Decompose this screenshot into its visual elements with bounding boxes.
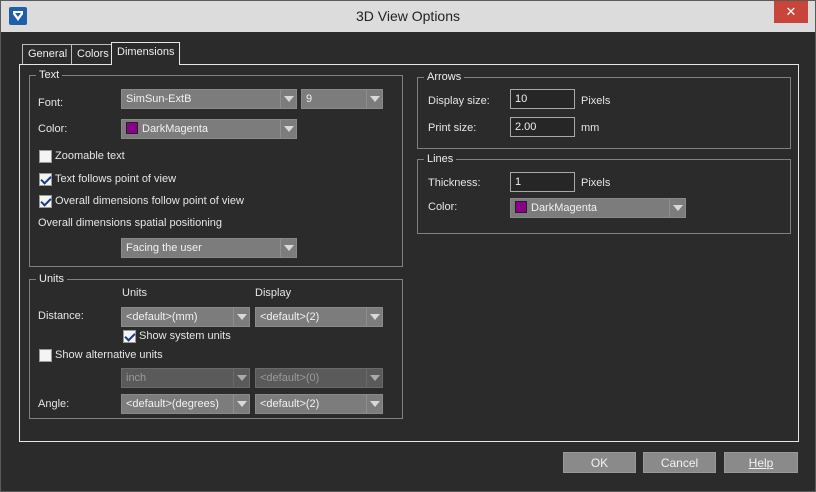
zoomable-text-label[interactable]: Zoomable text <box>55 150 125 162</box>
display-size-input[interactable]: 10 <box>510 89 575 109</box>
units-column-header: Units <box>122 287 148 299</box>
display-column-header: Display <box>255 287 292 299</box>
spatial-positioning-value: Facing the user <box>126 242 202 254</box>
arrows-group: Arrows <box>417 71 791 149</box>
distance-units-dropdown[interactable]: <default>(mm) <box>121 307 250 327</box>
tab-general[interactable]: General <box>22 44 74 64</box>
show-system-units-label[interactable]: Show system units <box>139 330 231 342</box>
chevron-down-icon <box>233 395 249 413</box>
chevron-down-icon <box>669 199 685 217</box>
lines-group: Lines <box>417 153 791 234</box>
units-group-legend: Units <box>39 273 65 285</box>
zoomable-text-checkbox[interactable] <box>39 150 52 163</box>
ok-button[interactable]: OK <box>563 452 636 473</box>
color-swatch <box>126 122 138 134</box>
text-follows-label[interactable]: Text follows point of view <box>55 173 176 185</box>
chevron-down-icon <box>366 90 382 108</box>
distance-display-value: <default>(2) <box>260 311 320 323</box>
chevron-down-icon <box>366 369 382 387</box>
spatial-positioning-label: Overall dimensions spatial positioning <box>38 217 223 229</box>
tab-dimensions[interactable]: Dimensions <box>111 42 181 65</box>
angle-display-value: <default>(2) <box>260 398 320 410</box>
chevron-down-icon <box>233 369 249 387</box>
chevron-down-icon <box>280 120 296 138</box>
alt-display-dropdown[interactable]: <default>(0) <box>255 368 383 388</box>
angle-units-dropdown[interactable]: <default>(degrees) <box>121 394 250 414</box>
show-system-units-checkbox[interactable] <box>123 330 136 343</box>
font-dropdown[interactable]: SimSun-ExtB <box>121 89 297 109</box>
show-alt-units-checkbox[interactable] <box>39 349 52 362</box>
alt-units-value: inch <box>126 372 147 384</box>
distance-units-value: <default>(mm) <box>126 311 198 323</box>
chevron-down-icon <box>366 308 382 326</box>
font-size-value: 9 <box>306 93 313 105</box>
arrows-group-legend: Arrows <box>427 71 462 83</box>
chevron-down-icon <box>280 90 296 108</box>
distance-label: Distance: <box>38 310 84 322</box>
line-color-label: Color: <box>428 201 458 213</box>
text-color-label: Color: <box>38 123 68 135</box>
angle-units-value: <default>(degrees) <box>126 398 219 410</box>
font-value: SimSun-ExtB <box>126 93 192 105</box>
distance-display-dropdown[interactable]: <default>(2) <box>255 307 383 327</box>
overall-follow-label[interactable]: Overall dimensions follow point of view <box>55 195 244 207</box>
lines-group-legend: Lines <box>427 153 454 165</box>
text-group-legend: Text <box>39 69 60 81</box>
text-follows-checkbox[interactable] <box>39 173 52 186</box>
font-size-dropdown[interactable]: 9 <box>301 89 383 109</box>
display-size-unit: Pixels <box>581 95 611 107</box>
chevron-down-icon <box>366 395 382 413</box>
chevron-down-icon <box>233 308 249 326</box>
overall-follow-checkbox[interactable] <box>39 195 52 208</box>
text-color-dropdown[interactable]: DarkMagenta <box>121 119 297 139</box>
angle-label: Angle: <box>38 398 70 410</box>
line-color-display: DarkMagenta <box>515 199 597 217</box>
print-size-label: Print size: <box>428 122 477 134</box>
dialog-window: 3D View Options ✕ General Colors Dimensi… <box>0 0 816 492</box>
show-alt-units-label[interactable]: Show alternative units <box>55 349 163 361</box>
alt-display-value: <default>(0) <box>260 372 320 384</box>
close-icon: ✕ <box>785 4 797 19</box>
window-title: 3D View Options <box>355 8 460 24</box>
close-button[interactable]: ✕ <box>774 1 808 23</box>
line-color-dropdown[interactable]: DarkMagenta <box>510 198 686 218</box>
thickness-unit: Pixels <box>581 177 611 189</box>
print-size-input[interactable]: 2.00 <box>510 117 575 137</box>
chevron-down-icon <box>280 239 296 257</box>
angle-display-dropdown[interactable]: <default>(2) <box>255 394 383 414</box>
thickness-input[interactable]: 1 <box>510 172 575 192</box>
thickness-label: Thickness: <box>428 177 481 189</box>
line-color-value: DarkMagenta <box>531 202 598 214</box>
display-size-label: Display size: <box>428 95 490 107</box>
title-bar[interactable]: 3D View Options ✕ <box>1 1 815 32</box>
alt-units-dropdown[interactable]: inch <box>121 368 250 388</box>
text-color-display: DarkMagenta <box>126 120 208 138</box>
print-size-unit: mm <box>581 122 600 134</box>
tab-colors[interactable]: Colors <box>71 44 115 64</box>
color-swatch <box>515 201 527 213</box>
text-color-value: DarkMagenta <box>142 123 209 135</box>
spatial-positioning-dropdown[interactable]: Facing the user <box>121 238 297 258</box>
cancel-button[interactable]: Cancel <box>643 452 716 473</box>
font-label: Font: <box>38 97 64 109</box>
help-button[interactable]: Help <box>724 452 798 473</box>
